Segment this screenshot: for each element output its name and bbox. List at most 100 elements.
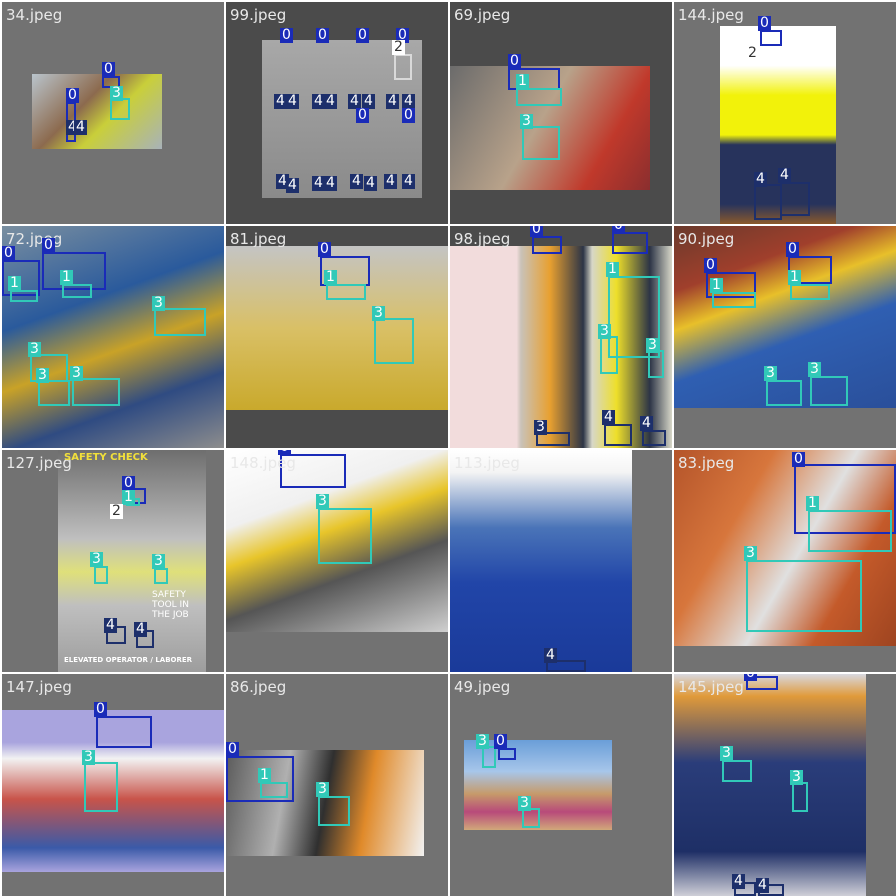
label-boots: 4 <box>756 877 769 893</box>
photo <box>32 74 162 149</box>
tile-filename: 98.jpeg <box>454 230 511 248</box>
label-boots: 4 <box>312 93 325 109</box>
tile-filename: 83.jpeg <box>678 454 735 472</box>
label-gloves: 3 <box>90 551 103 567</box>
tile-69: 69.jpeg 0 1 3 <box>450 2 672 224</box>
tile-filename: 144.jpeg <box>678 6 744 24</box>
label-glasses: 1 <box>8 275 21 291</box>
label-vest: 1 <box>606 261 619 277</box>
label-helmet: 0 <box>744 674 757 681</box>
label-glasses: 1 <box>60 269 73 285</box>
label-boots: 4 <box>74 119 87 135</box>
label-helmet: 0 <box>508 53 521 69</box>
tile-144: 144.jpeg 0 2 4 4 <box>674 2 896 224</box>
tile-99: 99.jpeg 0 0 0 0 2 4 4 4 4 4 4 4 4 0 0 4 … <box>226 2 448 224</box>
label-gloves: 3 <box>598 323 611 339</box>
label-helmet: 0 <box>278 450 291 455</box>
label-helmet: 0 <box>280 27 293 43</box>
label-gloves: 3 <box>518 795 531 811</box>
tile-filename: 90.jpeg <box>678 230 735 248</box>
label-gloves: 3 <box>82 749 95 765</box>
label-helmet: 0 <box>494 733 507 749</box>
label-helmet: 0 <box>2 245 15 261</box>
label-boots: 4 <box>312 175 325 191</box>
tile-filename: 81.jpeg <box>230 230 287 248</box>
label-gloves: 3 <box>110 85 123 101</box>
tile-filename: 113.jpeg <box>454 454 520 472</box>
tile-filename: 86.jpeg <box>230 678 287 696</box>
tile-72: 72.jpeg 0 0 1 1 3 3 3 3 <box>2 226 224 448</box>
label-boots: 4 <box>274 93 287 109</box>
label-boots: 4 <box>386 93 399 109</box>
label-gloves: 3 <box>764 365 777 381</box>
tile-filename: 147.jpeg <box>6 678 72 696</box>
label-helmet: 0 <box>402 107 415 123</box>
label-helmet: 0 <box>612 226 625 233</box>
label-gloves: 3 <box>152 553 165 569</box>
label-glasses: 1 <box>806 495 819 511</box>
label-gloves: 3 <box>316 781 329 797</box>
label-gloves: 3 <box>790 769 803 785</box>
label-boots: 4 <box>754 171 767 187</box>
poster-heading: SAFETY CHECK <box>64 452 148 463</box>
label-boots: 4 <box>134 621 147 637</box>
label-helmet: 0 <box>786 241 799 257</box>
label-gloves: 3 <box>520 113 533 129</box>
label-boots: 4 <box>364 175 377 191</box>
label-boots: 4 <box>402 173 415 189</box>
tile-49: 49.jpeg 0 3 3 <box>450 674 672 896</box>
tile-148: 148.jpeg 0 3 <box>226 450 448 672</box>
label-helmet: 0 <box>94 701 107 717</box>
label-glasses: 1 <box>516 73 529 89</box>
label-gloves: 3 <box>316 493 329 509</box>
label-glasses: 1 <box>324 269 337 285</box>
label-helmet: 0 <box>792 451 805 467</box>
label-helmet: 0 <box>102 61 115 77</box>
label-gloves: 3 <box>70 365 83 381</box>
label-gloves: 3 <box>28 341 41 357</box>
label-boots: 4 <box>286 177 299 193</box>
photo <box>450 450 632 672</box>
tile-34: 34.jpeg 0 0 3 4 4 <box>2 2 224 224</box>
label-vest: 2 <box>392 39 405 55</box>
label-boots: 4 <box>104 617 117 633</box>
label-gloves: 3 <box>720 745 733 761</box>
label-gloves: 3 <box>372 305 385 321</box>
label-helmet: 0 <box>66 87 79 103</box>
label-gloves: 3 <box>476 733 489 749</box>
label-boots: 4 <box>778 167 791 183</box>
tile-filename: 49.jpeg <box>454 678 511 696</box>
label-boots: 4 <box>544 647 557 663</box>
tile-filename: 145.jpeg <box>678 678 744 696</box>
label-helmet: 0 <box>226 741 239 757</box>
tile-83: 83.jpeg 0 1 3 <box>674 450 896 672</box>
label-boots: 4 <box>640 415 653 431</box>
photo <box>674 674 866 896</box>
mosaic-grid: 34.jpeg 0 0 3 4 4 99.jpeg 0 0 0 0 2 4 4 … <box>0 0 896 896</box>
label-helmet: 0 <box>356 27 369 43</box>
label-glasses: 1 <box>788 269 801 285</box>
tile-98: 98.jpeg 0 0 1 3 3 3 4 4 4 <box>450 226 672 448</box>
label-helmet: 0 <box>530 226 543 237</box>
label-glasses: 1 <box>122 489 135 505</box>
label-helmet: 0 <box>704 257 717 273</box>
label-boots: 4 <box>350 173 363 189</box>
tile-filename: 99.jpeg <box>230 6 287 24</box>
tile-86: 86.jpeg 0 1 3 <box>226 674 448 896</box>
label-gloves: 3 <box>36 367 49 383</box>
label-boots: 4 <box>602 409 615 425</box>
label-helmet: 0 <box>758 15 771 31</box>
label-gloves: 3 <box>808 361 821 377</box>
label-boots: 4 <box>732 873 745 889</box>
label-vest: 2 <box>748 45 757 61</box>
tile-147: 147.jpeg 0 3 <box>2 674 224 896</box>
label-vest: 2 <box>110 503 123 519</box>
label-helmet: 0 <box>42 237 55 253</box>
tile-filename: 127.jpeg <box>6 454 72 472</box>
label-glasses: 1 <box>258 767 271 783</box>
poster-footer: ELEVATED OPERATOR / LABORER <box>64 656 193 664</box>
label-gloves: 3 <box>744 545 757 561</box>
label-gloves: 3 <box>646 337 659 353</box>
label-boots: 4 <box>324 93 337 109</box>
tile-113: 113.jpeg 4 <box>450 450 672 672</box>
